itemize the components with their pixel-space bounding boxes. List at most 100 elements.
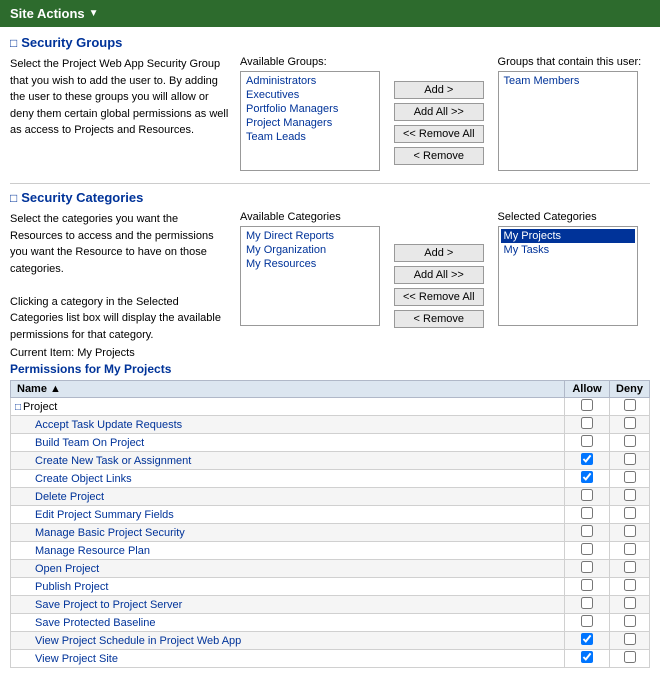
deny-cell[interactable] bbox=[610, 560, 650, 578]
deny-cell[interactable] bbox=[610, 488, 650, 506]
perm-name: Save Project to Project Server bbox=[15, 599, 182, 611]
allow-cell[interactable] bbox=[565, 416, 610, 434]
sort-icon[interactable]: ▲ bbox=[50, 383, 61, 395]
list-item[interactable]: Executives bbox=[243, 88, 377, 102]
deny-checkbox[interactable] bbox=[624, 525, 636, 537]
deny-cell[interactable] bbox=[610, 470, 650, 488]
deny-cell[interactable] bbox=[610, 578, 650, 596]
remove-all-button[interactable]: << Remove All bbox=[394, 125, 484, 143]
allow-cell[interactable] bbox=[565, 632, 610, 650]
allow-cell[interactable] bbox=[565, 542, 610, 560]
perm-name: Project bbox=[23, 401, 57, 413]
deny-cell[interactable] bbox=[610, 614, 650, 632]
site-actions-label[interactable]: Site Actions bbox=[10, 6, 85, 21]
allow-checkbox[interactable] bbox=[581, 417, 593, 429]
deny-checkbox[interactable] bbox=[624, 435, 636, 447]
dropdown-arrow-icon[interactable]: ▼ bbox=[89, 8, 99, 19]
allow-cell[interactable] bbox=[565, 614, 610, 632]
deny-cell[interactable] bbox=[610, 542, 650, 560]
allow-checkbox[interactable] bbox=[581, 561, 593, 573]
allow-cell[interactable] bbox=[565, 650, 610, 668]
allow-cell[interactable] bbox=[565, 398, 610, 416]
list-item[interactable]: My Resources bbox=[243, 257, 377, 271]
deny-cell[interactable] bbox=[610, 434, 650, 452]
selected-groups-listbox[interactable]: Team Members bbox=[498, 71, 638, 171]
deny-cell[interactable] bbox=[610, 632, 650, 650]
list-item[interactable]: Administrators bbox=[243, 74, 377, 88]
deny-cell[interactable] bbox=[610, 416, 650, 434]
deny-cell[interactable] bbox=[610, 650, 650, 668]
remove-button[interactable]: < Remove bbox=[394, 147, 484, 165]
allow-cell[interactable] bbox=[565, 452, 610, 470]
allow-cell[interactable] bbox=[565, 524, 610, 542]
cat-add-all-button[interactable]: Add All >> bbox=[394, 266, 484, 284]
list-item[interactable]: Project Managers bbox=[243, 116, 377, 130]
deny-checkbox[interactable] bbox=[624, 597, 636, 609]
deny-checkbox[interactable] bbox=[624, 615, 636, 627]
allow-checkbox[interactable] bbox=[581, 525, 593, 537]
allow-checkbox[interactable] bbox=[581, 651, 593, 663]
deny-cell[interactable] bbox=[610, 452, 650, 470]
allow-cell[interactable] bbox=[565, 488, 610, 506]
deny-cell[interactable] bbox=[610, 506, 650, 524]
allow-checkbox[interactable] bbox=[581, 633, 593, 645]
deny-checkbox[interactable] bbox=[624, 579, 636, 591]
list-item[interactable]: Portfolio Managers bbox=[243, 102, 377, 116]
deny-checkbox[interactable] bbox=[624, 399, 636, 411]
deny-checkbox[interactable] bbox=[624, 633, 636, 645]
allow-checkbox[interactable] bbox=[581, 471, 593, 483]
allow-checkbox[interactable] bbox=[581, 399, 593, 411]
allow-cell[interactable] bbox=[565, 434, 610, 452]
allow-checkbox[interactable] bbox=[581, 435, 593, 447]
allow-cell[interactable] bbox=[565, 596, 610, 614]
list-item[interactable]: My Tasks bbox=[501, 243, 635, 257]
allow-cell[interactable] bbox=[565, 578, 610, 596]
col-name: Name ▲ bbox=[11, 381, 565, 398]
perm-name-cell: View Project Site bbox=[11, 650, 565, 668]
security-categories-icon: □ bbox=[10, 191, 17, 205]
allow-checkbox[interactable] bbox=[581, 579, 593, 591]
deny-checkbox[interactable] bbox=[624, 489, 636, 501]
allow-checkbox[interactable] bbox=[581, 453, 593, 465]
selected-categories-listbox[interactable]: My Projects My Tasks bbox=[498, 226, 638, 326]
list-item[interactable]: Team Leads bbox=[243, 130, 377, 144]
deny-cell[interactable] bbox=[610, 524, 650, 542]
security-categories-desc: Select the categories you want the Resou… bbox=[10, 211, 240, 343]
add-all-button[interactable]: Add All >> bbox=[394, 103, 484, 121]
allow-checkbox[interactable] bbox=[581, 489, 593, 501]
deny-checkbox[interactable] bbox=[624, 417, 636, 429]
deny-checkbox[interactable] bbox=[624, 507, 636, 519]
expand-icon[interactable]: □ bbox=[15, 402, 21, 413]
add-button[interactable]: Add > bbox=[394, 81, 484, 99]
allow-checkbox[interactable] bbox=[581, 507, 593, 519]
available-categories-listbox[interactable]: My Direct Reports My Organization My Res… bbox=[240, 226, 380, 326]
allow-checkbox[interactable] bbox=[581, 597, 593, 609]
deny-cell[interactable] bbox=[610, 398, 650, 416]
allow-cell[interactable] bbox=[565, 506, 610, 524]
table-row: Create New Task or Assignment bbox=[11, 452, 650, 470]
list-item[interactable]: My Organization bbox=[243, 243, 377, 257]
allow-checkbox[interactable] bbox=[581, 543, 593, 555]
allow-checkbox[interactable] bbox=[581, 615, 593, 627]
list-item[interactable]: My Direct Reports bbox=[243, 229, 377, 243]
security-categories-header: □ Security Categories bbox=[10, 190, 650, 205]
cat-add-button[interactable]: Add > bbox=[394, 244, 484, 262]
security-groups-section: □ Security Groups Select the Project Web… bbox=[10, 35, 650, 171]
list-item[interactable]: My Projects bbox=[501, 229, 635, 243]
allow-cell[interactable] bbox=[565, 560, 610, 578]
deny-checkbox[interactable] bbox=[624, 561, 636, 573]
available-groups-area: Available Groups: Administrators Executi… bbox=[240, 56, 380, 171]
cat-remove-all-button[interactable]: << Remove All bbox=[394, 288, 484, 306]
groups-buttons-area: Add > Add All >> << Remove All < Remove bbox=[388, 56, 490, 171]
deny-checkbox[interactable] bbox=[624, 471, 636, 483]
security-categories-section: □ Security Categories Select the categor… bbox=[10, 190, 650, 668]
allow-cell[interactable] bbox=[565, 470, 610, 488]
list-item[interactable]: Team Members bbox=[501, 74, 635, 88]
perm-name-cell: Manage Basic Project Security bbox=[11, 524, 565, 542]
deny-cell[interactable] bbox=[610, 596, 650, 614]
deny-checkbox[interactable] bbox=[624, 543, 636, 555]
available-groups-listbox[interactable]: Administrators Executives Portfolio Mana… bbox=[240, 71, 380, 171]
cat-remove-button[interactable]: < Remove bbox=[394, 310, 484, 328]
deny-checkbox[interactable] bbox=[624, 651, 636, 663]
deny-checkbox[interactable] bbox=[624, 453, 636, 465]
